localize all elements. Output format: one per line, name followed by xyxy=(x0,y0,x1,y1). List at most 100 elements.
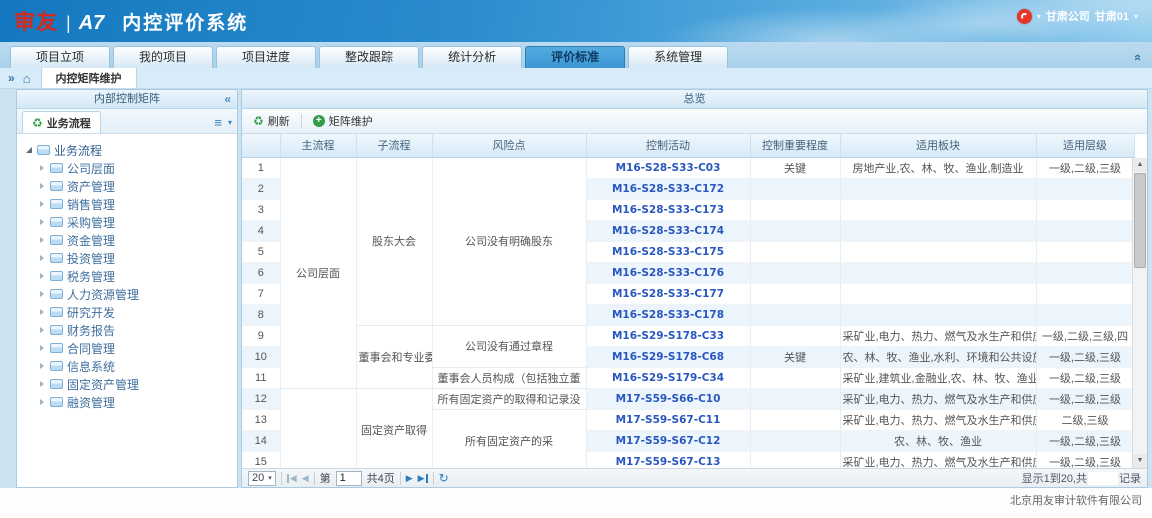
vertical-scrollbar[interactable]: ▲ ▼ xyxy=(1132,158,1147,468)
control-activity-link[interactable]: M16-S28-S33-C175 xyxy=(612,246,724,258)
next-page-icon[interactable]: ▶ xyxy=(406,474,413,483)
last-page-icon[interactable]: ▶ xyxy=(418,474,428,483)
tab-project-setup[interactable]: 项目立项 xyxy=(10,46,110,68)
tree-item[interactable]: 资产管理 xyxy=(38,177,233,195)
control-activity-link[interactable]: M16-S28-S33-C177 xyxy=(612,288,724,300)
prev-page-icon[interactable]: ◀ xyxy=(302,474,309,483)
collapse-header-icon[interactable]: « xyxy=(1131,54,1146,61)
col-importance[interactable]: 控制重要程度 xyxy=(750,134,840,157)
control-activity-link[interactable]: M16-S28-S33-C174 xyxy=(612,225,724,237)
tree-item[interactable]: 公司层面 xyxy=(38,159,233,177)
collapsed-arrow-icon[interactable] xyxy=(40,201,44,207)
control-activity-link[interactable]: M17-S59-S67-C11 xyxy=(616,414,721,426)
control-activity-link[interactable]: M16-S28-S33-C178 xyxy=(612,309,724,321)
subtab-matrix-maintenance[interactable]: 内控矩阵维护 xyxy=(41,66,137,88)
control-activity-link[interactable]: M16-S28-S33-C173 xyxy=(612,204,724,216)
control-activity-link[interactable]: M16-S29-S178-C33 xyxy=(612,330,724,342)
col-row-number[interactable] xyxy=(242,134,280,157)
expanded-arrow-icon[interactable] xyxy=(26,147,32,153)
chevron-down-icon[interactable]: ▾ xyxy=(1134,12,1138,21)
collapsed-arrow-icon[interactable] xyxy=(40,309,44,315)
collapsed-arrow-icon[interactable] xyxy=(40,165,44,171)
home-icon[interactable]: ⌂ xyxy=(23,71,31,86)
refresh-button[interactable]: ♻ 刷新 xyxy=(248,111,295,131)
message-icon[interactable] xyxy=(1017,9,1032,24)
control-activity-link[interactable]: M17-S59-S66-C10 xyxy=(616,393,721,405)
chevron-down-icon[interactable]: ▾ xyxy=(228,118,232,127)
scroll-up-icon[interactable]: ▲ xyxy=(1133,158,1147,172)
collapsed-arrow-icon[interactable] xyxy=(40,381,44,387)
collapsed-arrow-icon[interactable] xyxy=(40,273,44,279)
chevron-down-icon[interactable]: ▾ xyxy=(1037,12,1041,21)
col-risk-point[interactable]: 风险点 xyxy=(432,134,586,157)
col-sector[interactable]: 适用板块 xyxy=(840,134,1036,157)
pagination-bar: 20 ▾ ◀ ◀ 第 共4页 ▶ ▶ ↻ 显示1到20,共 记录 xyxy=(242,468,1147,487)
tab-system-management[interactable]: 系统管理 xyxy=(628,46,728,68)
center-panel: 总览 ♻ 刷新 + 矩阵维护 主流程 xyxy=(241,89,1148,488)
tree-item[interactable]: 固定资产管理 xyxy=(38,375,233,393)
tree-item[interactable]: 采购管理 xyxy=(38,213,233,231)
control-activity-link[interactable]: M16-S29-S179-C34 xyxy=(612,372,724,384)
merged-sub-process: 股东大会 xyxy=(356,157,432,325)
scroll-down-icon[interactable]: ▼ xyxy=(1133,454,1147,468)
page-footer: 北京用友审计软件有限公司 xyxy=(0,488,1152,518)
page-number-input[interactable] xyxy=(336,471,362,486)
control-activity-link[interactable]: M16-S28-S33-C172 xyxy=(612,183,724,195)
collapsed-arrow-icon[interactable] xyxy=(40,345,44,351)
control-activity-link[interactable]: M17-S59-S67-C12 xyxy=(616,435,721,447)
scrollbar-thumb[interactable] xyxy=(1134,173,1146,268)
user-area[interactable]: ▾ 甘肃公司 甘肃01 ▾ xyxy=(1017,8,1138,24)
tree-item[interactable]: 信息系统 xyxy=(38,357,233,375)
tree-item[interactable]: 资金管理 xyxy=(38,231,233,249)
page-size-select[interactable]: 20 ▾ xyxy=(248,471,276,486)
matrix-maintain-button[interactable]: + 矩阵维护 xyxy=(308,111,378,131)
tree-item[interactable]: 研究开发 xyxy=(38,303,233,321)
tab-rectification-tracking[interactable]: 整改跟踪 xyxy=(319,46,419,68)
col-level[interactable]: 适用层级 xyxy=(1036,134,1134,157)
control-activity-link[interactable]: M16-S29-S178-C68 xyxy=(612,351,724,363)
tree-item[interactable]: 融资管理 xyxy=(38,393,233,411)
collapsed-arrow-icon[interactable] xyxy=(40,237,44,243)
collapsed-arrow-icon[interactable] xyxy=(40,363,44,369)
control-activity-link[interactable]: M16-S28-S33-C03 xyxy=(616,162,721,174)
collapsed-arrow-icon[interactable] xyxy=(40,291,44,297)
tree-item[interactable]: 人力资源管理 xyxy=(38,285,233,303)
tab-evaluation-standard[interactable]: 评价标准 xyxy=(525,46,625,68)
reload-icon[interactable]: ↻ xyxy=(439,471,449,485)
collapsed-arrow-icon[interactable] xyxy=(40,399,44,405)
tab-business-process[interactable]: ♻ 业务流程 xyxy=(22,111,101,133)
collapsed-arrow-icon[interactable] xyxy=(40,255,44,261)
grid-wrapper: 主流程 子流程 风险点 控制活动 控制重要程度 适用板块 适用层级 1 公司层面… xyxy=(242,134,1147,468)
tab-my-projects[interactable]: 我的项目 xyxy=(113,46,213,68)
brand-text: 审友 xyxy=(14,6,58,36)
collapsed-arrow-icon[interactable] xyxy=(40,327,44,333)
tree-item[interactable]: 销售管理 xyxy=(38,195,233,213)
merged-risk-point: 董事会人员构成（包括独立董 xyxy=(432,367,586,388)
center-panel-header: 总览 xyxy=(242,90,1147,109)
merged-sub-process: 固定资产取得 xyxy=(356,388,432,468)
first-page-icon[interactable]: ◀ xyxy=(287,474,297,483)
tree-item[interactable]: 财务报告 xyxy=(38,321,233,339)
col-control-activity[interactable]: 控制活动 xyxy=(586,134,750,157)
expand-menu-icon[interactable]: » xyxy=(8,71,15,85)
tree-root[interactable]: 业务流程 xyxy=(25,141,233,159)
collapse-panel-icon[interactable]: « xyxy=(224,90,231,108)
col-main-process[interactable]: 主流程 xyxy=(280,134,356,157)
tree-item[interactable]: 投资管理 xyxy=(38,249,233,267)
node-icon xyxy=(50,271,63,281)
tab-project-progress[interactable]: 项目进度 xyxy=(216,46,316,68)
collapsed-arrow-icon[interactable] xyxy=(40,219,44,225)
node-icon xyxy=(50,325,63,335)
app-logo: 审友 | A7 内控评价系统 xyxy=(14,6,248,36)
breadcrumb: » ⌂ 内控矩阵维护 xyxy=(0,68,1152,89)
process-tree: 业务流程 公司层面 资产管理 销售管理 采购管理 资金管理 投资管理 税务管理 … xyxy=(17,134,237,487)
tree-item[interactable]: 合同管理 xyxy=(38,339,233,357)
center-panel-title: 总览 xyxy=(684,93,706,105)
list-menu-icon[interactable]: ≡ xyxy=(214,116,222,129)
collapsed-arrow-icon[interactable] xyxy=(40,183,44,189)
tab-statistics[interactable]: 统计分析 xyxy=(422,46,522,68)
control-activity-link[interactable]: M17-S59-S67-C13 xyxy=(616,456,721,468)
tree-item[interactable]: 税务管理 xyxy=(38,267,233,285)
col-sub-process[interactable]: 子流程 xyxy=(356,134,432,157)
control-activity-link[interactable]: M16-S28-S33-C176 xyxy=(612,267,724,279)
